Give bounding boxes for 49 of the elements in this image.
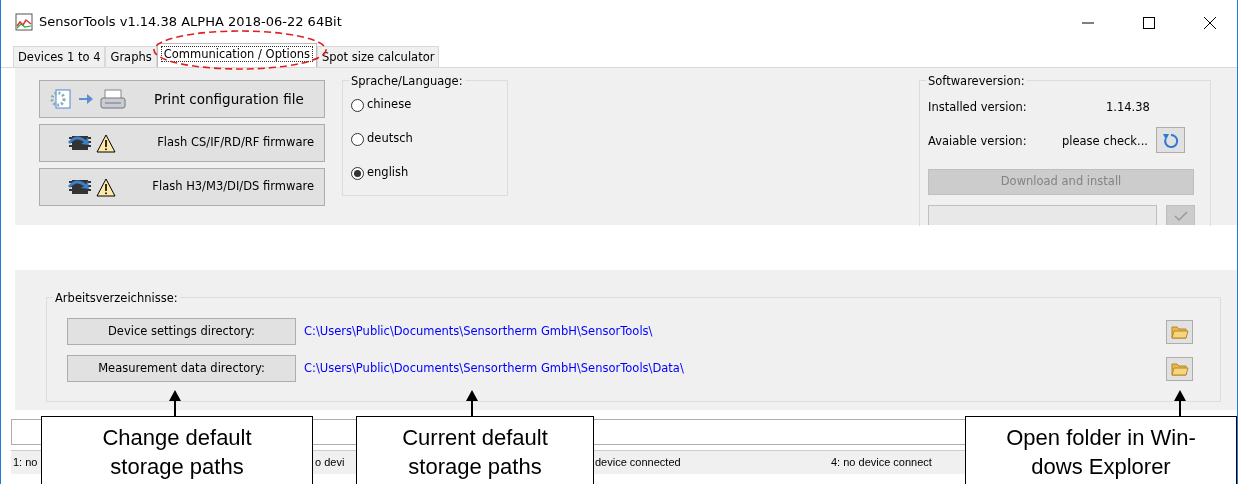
directory-button[interactable]: Measurement data directory:	[67, 355, 296, 382]
action-button[interactable]: Print configuration file	[39, 80, 325, 118]
folder-icon	[1170, 324, 1189, 339]
tab[interactable]: Spot size calculator	[316, 46, 440, 67]
version-value: 1.14.38	[1106, 99, 1150, 116]
refresh-button[interactable]	[1156, 127, 1185, 153]
directory-path: C:\Users\Public\Documents\Sensortherm GmbH\SensorTools\	[304, 322, 653, 340]
radio-option[interactable]: chinese	[351, 88, 507, 122]
open-folder-button[interactable]	[1166, 356, 1193, 381]
action-button[interactable]: Flash CS/IF/RD/RF firmware	[39, 124, 325, 162]
open-folder-button[interactable]	[1166, 319, 1193, 344]
callout-arrow	[169, 390, 181, 416]
version-status: please check...	[1062, 133, 1148, 150]
directory-path: C:\Users\Public\Documents\Sensortherm GmbH\SensorTools\Data\	[304, 359, 684, 377]
status-text: 4: no device connect	[830, 455, 933, 470]
arrow-icon	[78, 93, 94, 105]
callout-box: Open folder in Win- dows Explorer	[965, 416, 1237, 484]
check-icon	[1173, 210, 1188, 222]
document-gear-icon	[50, 87, 72, 111]
field-label: Installed version:	[928, 99, 1028, 116]
radio-button[interactable]	[351, 132, 364, 146]
close-icon	[1203, 16, 1216, 29]
callout-arrow	[466, 390, 478, 416]
field-label: Avaiable version:	[928, 133, 1028, 150]
warning-icon	[96, 177, 116, 197]
directory-button[interactable]: Device settings directory:	[67, 318, 296, 345]
callout-arrow	[1174, 390, 1186, 416]
warning-icon	[96, 133, 116, 153]
folder-icon	[1170, 361, 1189, 376]
action-button[interactable]: Flash H3/M3/DI/DS firmware	[39, 168, 325, 206]
check-button[interactable]	[1166, 205, 1195, 225]
tab[interactable]: Devices 1 to 4	[13, 46, 106, 67]
window-title: SensorTools v1.14.38 ALPHA 2018-06-22 64Bit	[39, 13, 342, 32]
callout-box: Change default storage paths	[41, 416, 313, 484]
radio-button[interactable]	[351, 166, 364, 180]
status-text: 1: no	[12, 455, 39, 470]
callout-box: Current default storage paths	[356, 416, 594, 484]
tab[interactable]: Communication / Options	[156, 43, 317, 67]
radio-option[interactable]: deutsch	[351, 122, 507, 156]
group-label: Sprache/Language:	[349, 73, 465, 91]
radio-button[interactable]	[351, 98, 364, 112]
tab[interactable]: Graphs	[105, 46, 157, 67]
radio-option[interactable]: english	[351, 156, 507, 190]
status-text: device connected	[594, 455, 682, 470]
app-icon	[15, 13, 33, 31]
maximize-icon	[1142, 16, 1155, 29]
printer-icon	[100, 89, 126, 109]
refresh-icon	[1161, 131, 1180, 149]
status-text: o devi	[314, 455, 346, 470]
